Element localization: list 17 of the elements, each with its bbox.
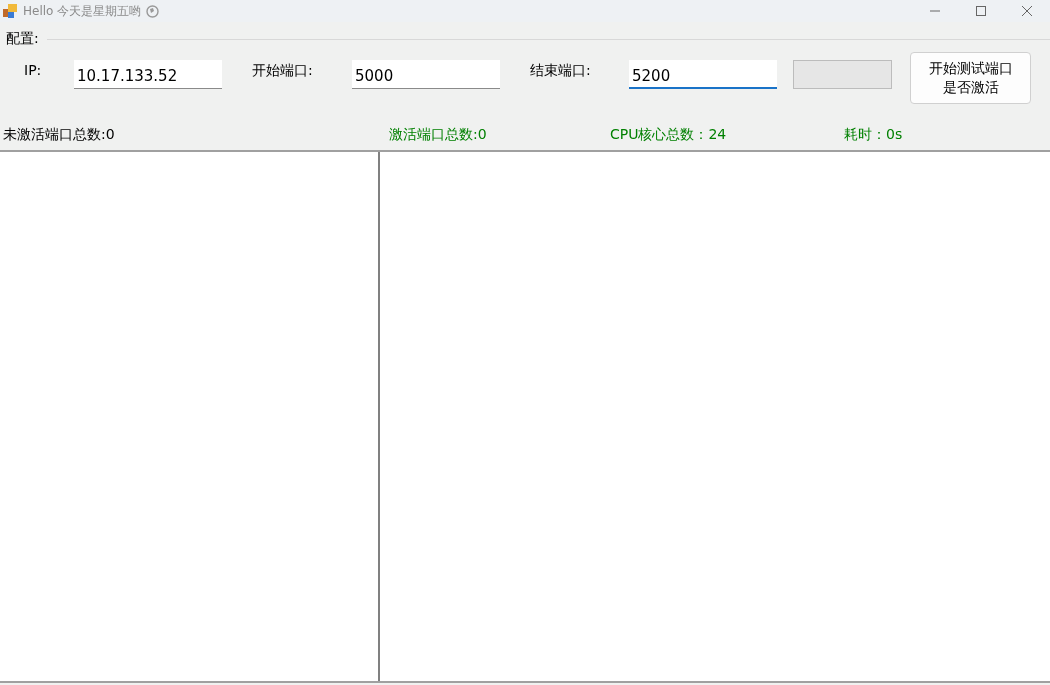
start-test-button[interactable]: 开始测试端口是否激活 (910, 52, 1031, 104)
app-icon (2, 3, 18, 19)
window-title: Hello 今天是星期五哟 (23, 2, 142, 20)
stat-text: CPU核心总数：24 (610, 126, 728, 144)
maximize-icon (976, 6, 986, 16)
input-field[interactable]: 5000 (352, 60, 500, 89)
globe-icon (146, 4, 160, 18)
stat-text: 激活端口总数:0 (389, 126, 488, 144)
stat-text: 耗时：0s (844, 126, 904, 144)
field-label: IP: (24, 62, 43, 78)
field-label: 结束端口: (530, 62, 592, 80)
close-icon (1022, 6, 1032, 16)
input-field[interactable]: 5200 (629, 60, 777, 89)
input-field[interactable]: 10.17.133.52 (74, 60, 222, 89)
stat-text: 未激活端口总数:0 (3, 126, 116, 144)
group-legend: 配置: (6, 30, 39, 48)
field-label: 开始端口: (252, 62, 314, 80)
